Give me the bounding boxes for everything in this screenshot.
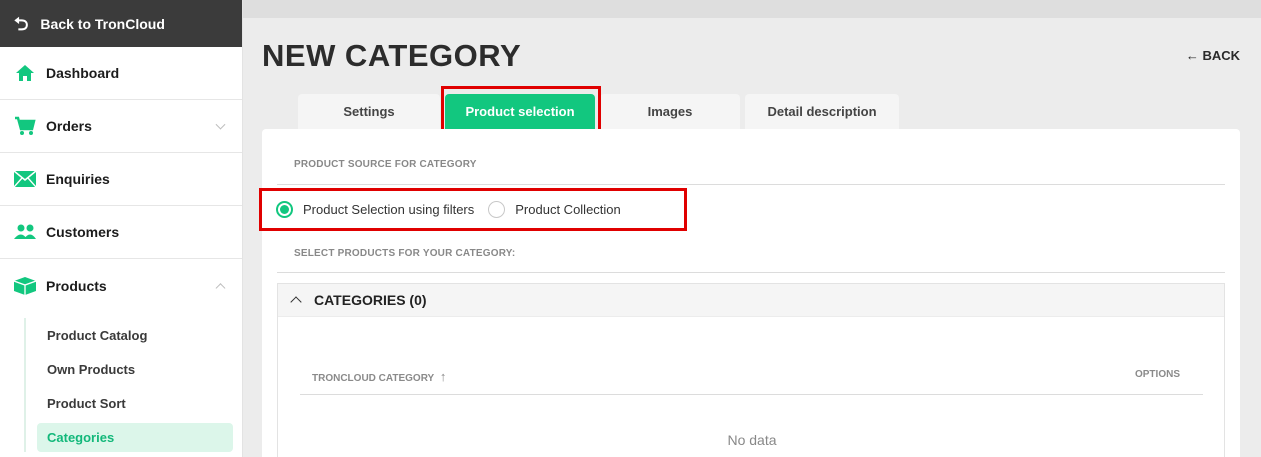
divider [277, 184, 1225, 185]
select-products-label: SELECT PRODUCTS FOR YOUR CATEGORY: [294, 248, 516, 259]
tab-detail-description[interactable]: Detail description [745, 94, 899, 129]
home-icon [14, 63, 36, 83]
sidebar-subitem-product-catalog[interactable]: Product Catalog [26, 318, 239, 352]
table-header-divider [300, 394, 1203, 395]
back-to-troncloud-label: Back to TronCloud [40, 15, 165, 32]
sidebar-subitem-categories[interactable]: Categories [37, 423, 233, 452]
back-to-troncloud-link[interactable]: ⮌ Back to TronCloud [0, 0, 242, 47]
sidebar-item-customers[interactable]: Customers [0, 206, 242, 259]
chevron-up-icon [290, 296, 302, 308]
highlight-box-tab [441, 86, 601, 134]
users-icon [14, 222, 36, 242]
tab-settings[interactable]: Settings [298, 94, 440, 129]
page-title: NEW CATEGORY [262, 38, 522, 73]
sidebar-item-orders[interactable]: Orders [0, 100, 242, 153]
sidebar-item-label: Products [46, 277, 107, 294]
column-header-options: OPTIONS [1134, 369, 1180, 380]
sidebar-item-label: Dashboard [46, 65, 120, 81]
sidebar-item-label: Enquiries [46, 171, 110, 187]
highlight-box-radio [259, 188, 687, 231]
box-icon [14, 276, 36, 296]
tab-images[interactable]: Images [600, 94, 740, 129]
divider [277, 272, 1225, 273]
cart-icon [14, 116, 36, 136]
envelope-icon [14, 169, 36, 189]
sidebar: ⮌ Back to TronCloud Dashboard Orders Enq… [0, 0, 243, 457]
categories-panel: CATEGORIES (0) TRONCLOUD CATEGORY ↑ OPTI… [277, 283, 1225, 457]
back-link[interactable]: ← BACK [1186, 48, 1240, 63]
sidebar-item-enquiries[interactable]: Enquiries [0, 153, 242, 206]
sidebar-item-label: Customers [46, 224, 120, 240]
sidebar-subitem-product-sort[interactable]: Product Sort [26, 386, 239, 420]
categories-panel-header[interactable]: CATEGORIES (0) [278, 284, 1224, 317]
sort-arrow-icon: ↑ [439, 369, 447, 384]
column-header-troncloud-category[interactable]: TRONCLOUD CATEGORY ↑ [312, 369, 446, 384]
column-header-label: TRONCLOUD CATEGORY [312, 373, 435, 384]
chevron-up-icon [215, 282, 226, 293]
tab-bar: Settings Product selection Images Detail… [298, 94, 904, 129]
empty-state-text: No data [727, 432, 777, 448]
top-strip [243, 0, 1261, 18]
products-submenu: Product Catalog Own Products Product Sor… [24, 318, 239, 452]
sidebar-item-dashboard[interactable]: Dashboard [0, 47, 242, 100]
product-source-label: PRODUCT SOURCE FOR CATEGORY [294, 159, 477, 170]
categories-panel-title: CATEGORIES (0) [314, 292, 427, 308]
return-arrow-icon: ⮌ [14, 13, 29, 34]
sidebar-subitem-own-products[interactable]: Own Products [26, 352, 239, 386]
sidebar-item-products[interactable]: Products [0, 259, 242, 312]
sidebar-item-label: Orders [46, 118, 92, 134]
chevron-down-icon [215, 119, 226, 130]
